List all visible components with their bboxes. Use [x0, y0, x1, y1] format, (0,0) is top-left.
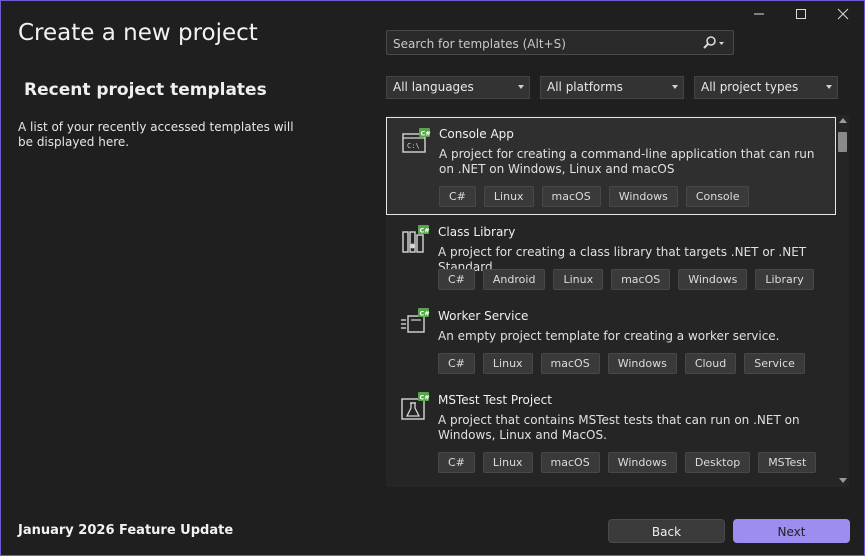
- template-name: Console App: [439, 127, 514, 141]
- minimize-button[interactable]: [745, 7, 773, 25]
- platform-filter-dropdown[interactable]: All platforms: [540, 76, 684, 99]
- recent-templates-heading: Recent project templates: [24, 80, 267, 100]
- tag-project-type: Service: [744, 353, 805, 374]
- tag-project-type: Console: [685, 186, 750, 207]
- maximize-button[interactable]: [787, 7, 815, 25]
- svg-text:C#: C#: [421, 130, 431, 138]
- template-name: MSTest Test Project: [438, 393, 552, 407]
- dialog-window: Create a new project Recent project temp…: [0, 0, 865, 556]
- language-filter-value: All languages: [393, 80, 474, 94]
- tag-platform: Android: [482, 269, 546, 290]
- template-item-worker-service[interactable]: C# Worker Service An empty project templ…: [386, 302, 836, 384]
- template-tags: C# Linux macOS Windows Console: [439, 186, 750, 207]
- tag-project-type: MSTest: [758, 452, 817, 473]
- tag-project-type: Desktop: [684, 452, 751, 473]
- tag-language: C#: [438, 452, 475, 473]
- project-type-filter-value: All project types: [701, 80, 799, 94]
- worker-service-icon: C#: [400, 307, 432, 339]
- template-description: A project that contains MSTest tests tha…: [438, 413, 800, 442]
- chevron-down-icon: [518, 85, 524, 89]
- tag-platform: Linux: [482, 452, 533, 473]
- tag-platform: Windows: [608, 186, 678, 207]
- template-name: Worker Service: [438, 309, 529, 323]
- mstest-icon: C#: [400, 391, 432, 423]
- next-button[interactable]: Next: [733, 519, 850, 543]
- platform-filter-value: All platforms: [547, 80, 623, 94]
- page-title: Create a new project: [18, 20, 258, 46]
- close-icon: [837, 8, 849, 20]
- tag-platform: Linux: [553, 269, 604, 290]
- search-input[interactable]: [391, 33, 695, 54]
- console-app-icon: C:\ C#: [401, 127, 433, 159]
- tag-platform: Windows: [678, 269, 748, 290]
- search-options-button[interactable]: [701, 34, 727, 52]
- tag-language: C#: [438, 269, 475, 290]
- recent-templates-empty-text: A list of your recently accessed templat…: [18, 120, 294, 149]
- scroll-up-arrow-icon[interactable]: [839, 118, 847, 123]
- tag-project-type: Cloud: [684, 353, 737, 374]
- tag-language: C#: [438, 353, 475, 374]
- chevron-down-icon: [826, 85, 832, 89]
- close-button[interactable]: [829, 7, 857, 25]
- scroll-down-arrow-icon[interactable]: [839, 478, 847, 483]
- template-list: C:\ C# Console App A project for creatin…: [386, 115, 849, 487]
- tag-platform: macOS: [540, 452, 600, 473]
- template-description: An empty project template for creating a…: [438, 329, 780, 343]
- tag-platform: Windows: [607, 452, 677, 473]
- tag-platform: Linux: [482, 353, 533, 374]
- language-filter-dropdown[interactable]: All languages: [386, 76, 530, 99]
- tag-platform: macOS: [611, 269, 671, 290]
- tag-project-type: Library: [755, 269, 814, 290]
- template-description: A project for creating a command-line ap…: [439, 147, 815, 176]
- svg-text:C:\: C:\: [407, 142, 420, 150]
- tag-language: C#: [439, 186, 476, 207]
- template-list-scrollbar[interactable]: [836, 115, 849, 487]
- chevron-down-icon: [672, 85, 678, 89]
- template-tags: C# Linux macOS Windows Desktop MSTest: [438, 452, 817, 473]
- project-type-filter-dropdown[interactable]: All project types: [694, 76, 838, 99]
- template-item-console-app[interactable]: C:\ C# Console App A project for creatin…: [386, 117, 836, 215]
- maximize-icon: [796, 9, 806, 19]
- template-item-class-library[interactable]: C# Class Library A project for creating …: [386, 218, 836, 300]
- tag-platform: macOS: [541, 186, 601, 207]
- search-icon: [703, 36, 724, 49]
- scrollbar-thumb[interactable]: [838, 132, 847, 152]
- tag-platform: Windows: [607, 353, 677, 374]
- svg-text:C#: C#: [420, 227, 430, 235]
- minimize-icon: [754, 13, 764, 15]
- tag-platform: Linux: [483, 186, 534, 207]
- template-tags: C# Linux macOS Windows Cloud Service: [438, 353, 805, 374]
- template-tags: C# Android Linux macOS Windows Library: [438, 269, 814, 290]
- tag-platform: macOS: [540, 353, 600, 374]
- back-button[interactable]: Back: [608, 519, 725, 543]
- svg-text:C#: C#: [420, 310, 430, 318]
- template-name: Class Library: [438, 225, 516, 239]
- template-search-box[interactable]: [386, 30, 734, 55]
- class-library-icon: C#: [400, 224, 432, 256]
- feature-update-label: January 2026 Feature Update: [18, 523, 234, 538]
- template-item-mstest[interactable]: C# MSTest Test Project A project that co…: [386, 386, 836, 486]
- svg-text:C#: C#: [420, 394, 430, 402]
